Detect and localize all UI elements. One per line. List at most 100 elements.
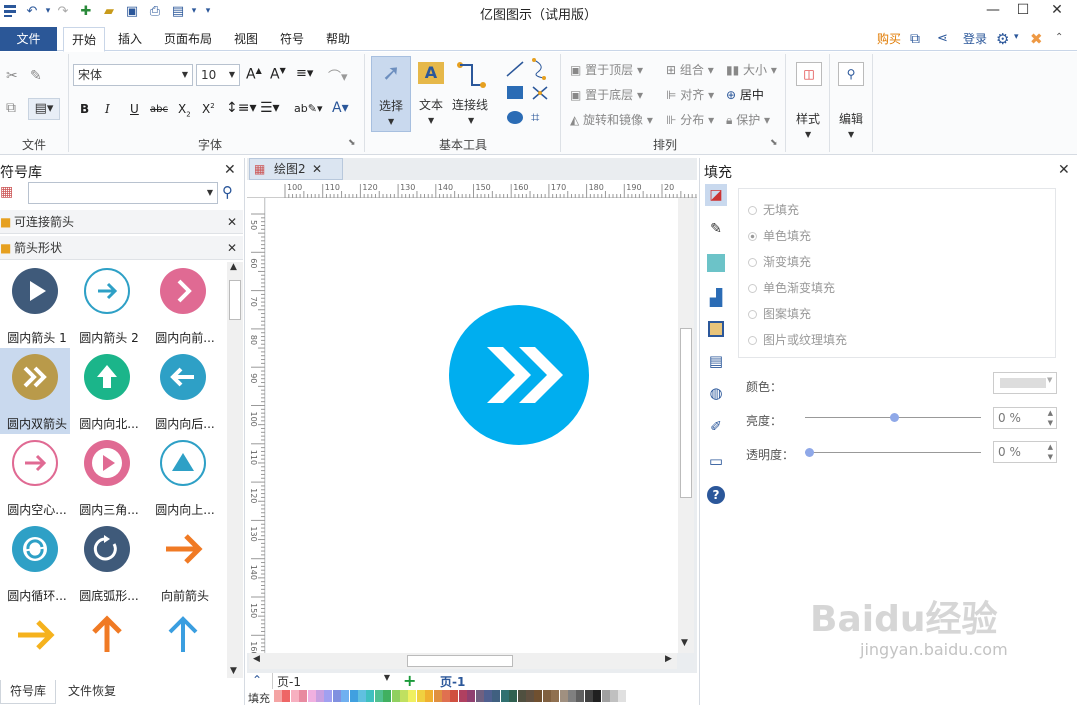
align-button[interactable]: ⊫ 对齐 ▾ bbox=[666, 86, 714, 103]
close-panel-icon[interactable]: ✕ bbox=[224, 162, 236, 178]
rotate-button[interactable]: ◭ 旋转和镜像 ▾ bbox=[570, 111, 653, 128]
drawing-page[interactable] bbox=[266, 198, 678, 653]
font-dialog-launcher-icon[interactable]: ⬊ bbox=[348, 138, 356, 148]
apps-icon[interactable]: ✖ bbox=[1030, 30, 1043, 48]
shape-item[interactable]: 圆内向上... bbox=[148, 434, 220, 520]
center-button[interactable]: ⊕ 居中 bbox=[726, 86, 764, 103]
palette-swatch[interactable] bbox=[559, 690, 568, 702]
palette-swatch[interactable] bbox=[374, 690, 383, 702]
palette-swatch[interactable] bbox=[316, 690, 324, 702]
circle-double-arrow-shape[interactable] bbox=[447, 303, 591, 447]
italic-icon[interactable]: I bbox=[105, 102, 110, 116]
crop-tool-icon[interactable]: ⌗ bbox=[531, 108, 539, 126]
transparency-slider-handle[interactable] bbox=[805, 448, 814, 457]
settings-gear-icon[interactable]: ⚙ bbox=[996, 30, 1009, 48]
protect-button[interactable]: 🔒︎ 保护 ▾ bbox=[726, 111, 770, 128]
palette-swatch[interactable] bbox=[358, 690, 366, 702]
distribute-button[interactable]: ⊪ 分布 ▾ bbox=[666, 111, 714, 128]
layers-icon[interactable] bbox=[705, 318, 727, 340]
palette-swatch[interactable] bbox=[458, 690, 467, 702]
share-icon[interactable]: ⋖ bbox=[937, 31, 948, 46]
brightness-input[interactable]: 0 % ▲ ▼ bbox=[993, 407, 1057, 429]
font-size-select[interactable]: 10 ▼ bbox=[196, 64, 240, 86]
shape-item[interactable]: 圆内三角... bbox=[72, 434, 144, 520]
font-color-icon[interactable]: A▾ bbox=[332, 100, 349, 116]
close-icon[interactable]: ✕ bbox=[227, 236, 237, 260]
subscript-icon[interactable]: X2 bbox=[178, 102, 191, 118]
close-tab-icon[interactable]: ✕ bbox=[312, 159, 322, 179]
spinner-icon[interactable]: ▲ ▼ bbox=[1048, 442, 1053, 462]
palette-swatch[interactable] bbox=[383, 690, 392, 702]
ellipse-tool-icon[interactable] bbox=[507, 111, 523, 124]
vscroll-thumb[interactable] bbox=[680, 328, 692, 498]
tab-insert[interactable]: 插入 bbox=[112, 27, 148, 51]
palette-swatch[interactable] bbox=[366, 690, 375, 702]
shape-item[interactable]: 圆内向后... bbox=[148, 348, 220, 434]
palette-swatch[interactable] bbox=[584, 690, 593, 702]
text-tool-button[interactable]: A 文本 ▼ bbox=[414, 56, 450, 132]
close-panel-icon[interactable]: ✕ bbox=[1058, 162, 1070, 178]
shape-item-selected[interactable]: 圆内双箭头 bbox=[0, 348, 70, 434]
radio-mono-gradient-fill[interactable]: 单色渐变填充 bbox=[748, 279, 835, 296]
line-pen-icon[interactable]: ✎ bbox=[705, 218, 727, 240]
palette-swatch[interactable] bbox=[517, 690, 526, 702]
palette-swatch[interactable] bbox=[433, 690, 442, 702]
palette-swatch[interactable] bbox=[290, 690, 299, 702]
palette-swatch[interactable] bbox=[500, 690, 509, 702]
buy-link[interactable]: 购买 bbox=[872, 27, 906, 51]
shape-item[interactable]: 圆内循环... bbox=[0, 520, 72, 606]
shadow-icon[interactable] bbox=[705, 252, 727, 274]
scroll-down-icon[interactable]: ▼ bbox=[681, 638, 688, 648]
send-back-button[interactable]: ▣ 置于底层 ▾ bbox=[570, 86, 643, 103]
palette-swatch[interactable] bbox=[467, 690, 476, 702]
shape-item[interactable]: 圆内向前... bbox=[148, 262, 220, 348]
add-page-icon[interactable]: + bbox=[403, 671, 416, 690]
palette-swatch[interactable] bbox=[526, 690, 534, 702]
palette-swatch[interactable] bbox=[341, 690, 350, 702]
settings-dropdown-icon[interactable]: ▾ bbox=[1014, 32, 1019, 42]
login-link[interactable]: 登录 bbox=[958, 27, 992, 51]
arrange-dialog-launcher-icon[interactable]: ⬊ bbox=[770, 138, 778, 148]
image-icon[interactable]: ▟ bbox=[705, 286, 727, 308]
curve-tool-icon[interactable] bbox=[530, 58, 550, 80]
collapse-ribbon-icon[interactable]: ⌃ bbox=[1055, 32, 1063, 43]
tab-view[interactable]: 视图 bbox=[228, 27, 264, 51]
palette-swatch[interactable] bbox=[542, 690, 551, 702]
size-button[interactable]: ▮▮ 大小 ▾ bbox=[726, 61, 777, 78]
scroll-left-icon[interactable]: ◀ bbox=[253, 654, 260, 664]
library-menu-icon[interactable]: ▦ bbox=[0, 184, 13, 200]
superscript-icon[interactable]: X2 bbox=[202, 102, 215, 116]
bullets-icon[interactable]: ☰▾ bbox=[260, 100, 280, 116]
palette-swatch[interactable] bbox=[416, 690, 425, 702]
palette-swatch[interactable] bbox=[391, 690, 400, 702]
shape-item[interactable]: 圆内箭头 1 bbox=[0, 262, 72, 348]
palette-swatch[interactable] bbox=[408, 690, 417, 702]
tab-help[interactable]: 帮助 bbox=[320, 27, 356, 51]
edit-button[interactable]: ⚲ 编辑 ▼ bbox=[834, 56, 870, 146]
tab-file[interactable]: 文件 bbox=[0, 27, 57, 51]
palette-swatch[interactable] bbox=[601, 690, 610, 702]
bold-icon[interactable]: B bbox=[80, 102, 89, 116]
rectangle-tool-icon[interactable] bbox=[507, 86, 523, 99]
document-tab[interactable]: ▦ 绘图2 ✕ bbox=[249, 158, 343, 180]
fill-bucket-icon[interactable]: ◪ bbox=[705, 184, 727, 206]
palette-swatch[interactable] bbox=[425, 690, 434, 702]
share-screen-icon[interactable]: ⧉ bbox=[910, 31, 920, 47]
palette-swatch[interactable] bbox=[618, 690, 627, 702]
transparency-input[interactable]: 0 % ▲ ▼ bbox=[993, 441, 1057, 463]
comment-icon[interactable]: ▭ bbox=[705, 450, 727, 472]
tab-symbol[interactable]: 符号 bbox=[274, 27, 310, 51]
shrink-font-icon[interactable]: A▼ bbox=[270, 66, 286, 83]
palette-swatch[interactable] bbox=[551, 690, 560, 702]
palette-swatch[interactable] bbox=[400, 690, 408, 702]
font-name-select[interactable]: 宋体 ▼ bbox=[73, 64, 193, 86]
text-curve-icon[interactable]: ⌒▾ bbox=[328, 66, 348, 85]
shape-item[interactable]: 向前箭头 bbox=[148, 520, 220, 606]
canvas-hscrollbar[interactable]: ◀ ▶ bbox=[249, 653, 677, 669]
minimize-icon[interactable]: — bbox=[978, 0, 1008, 20]
palette-swatch[interactable] bbox=[442, 690, 450, 702]
shape-item[interactable]: 圆底弧形... bbox=[72, 520, 144, 606]
bring-front-button[interactable]: ▣ 置于顶层 ▾ bbox=[570, 61, 643, 78]
transparency-slider[interactable] bbox=[805, 452, 981, 453]
shape-item[interactable]: 圆内箭头 2 bbox=[72, 262, 144, 348]
